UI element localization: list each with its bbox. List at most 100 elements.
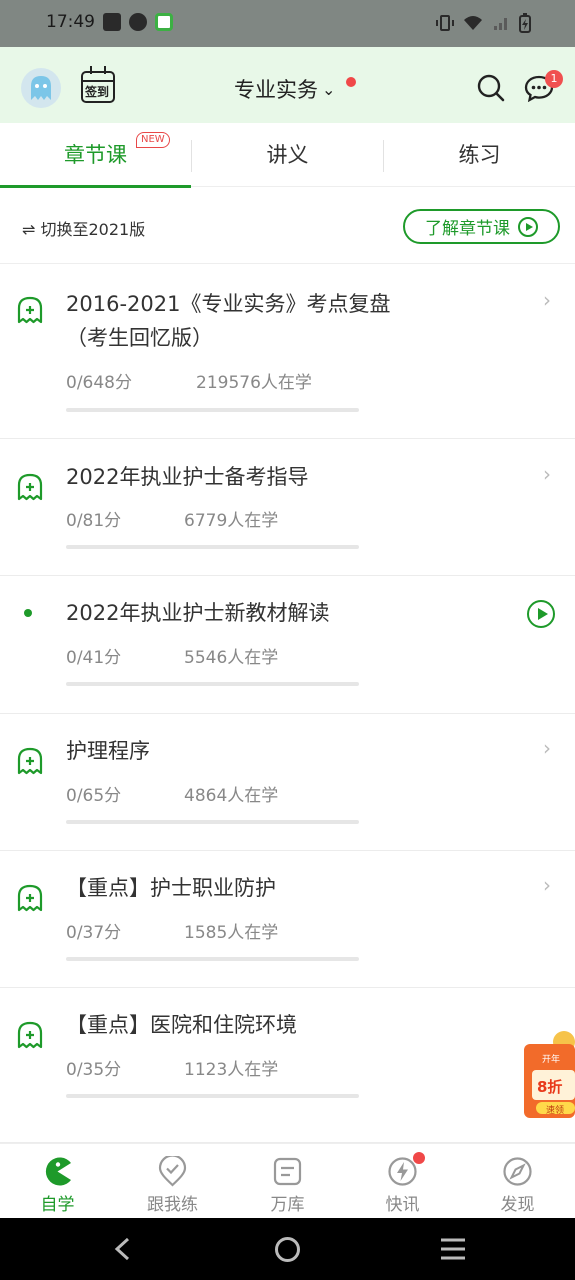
nav-self-study[interactable]: 自学 [0, 1144, 115, 1219]
nav-news[interactable]: 快讯 [345, 1144, 460, 1219]
course-learners: 1123人在学 [184, 1060, 279, 1080]
signin-calendar-button[interactable]: 签到 [81, 66, 115, 103]
course-meta: 0/81分 6779人在学 [66, 506, 278, 531]
play-circle-icon[interactable] [527, 600, 555, 628]
course-progress [66, 682, 359, 686]
course-meta: 0/37分 1585人在学 [66, 918, 278, 943]
course-learners: 4864人在学 [184, 786, 279, 806]
lock-ghost-icon [17, 473, 43, 501]
course-meta: 0/648分 219576人在学 [66, 368, 312, 393]
notification-icons [103, 13, 173, 31]
course-item[interactable]: 护理程序 0/65分 4864人在学 › [0, 714, 575, 851]
subject-dropdown[interactable]: 专业实务 ⌄ [234, 74, 335, 104]
nav-discover[interactable]: 发现 [460, 1144, 575, 1219]
nav-label: 快讯 [385, 1195, 420, 1215]
course-learners: 5546人在学 [184, 648, 279, 668]
pacman-icon [45, 1157, 71, 1186]
new-badge: NEW [136, 132, 170, 148]
app-notification-icon [155, 13, 173, 31]
promo-line-1: 开年 [542, 1055, 561, 1065]
tab-label: 练习 [458, 143, 501, 167]
nav-practice[interactable]: 跟我练 [115, 1144, 230, 1219]
chevron-right-icon: › [543, 736, 551, 760]
section-tabs: 章节课 NEW 讲义 练习 [0, 123, 575, 188]
chevron-right-icon: › [543, 873, 551, 897]
wifi-icon [464, 16, 482, 30]
nav-library[interactable]: 万库 [230, 1144, 345, 1219]
bag-icon [103, 13, 121, 31]
course-title: 【重点】护士职业防护 [66, 876, 276, 900]
system-navigation-bar [0, 1218, 575, 1280]
course-score: 0/648分 [66, 373, 132, 393]
check-circle-icon [129, 13, 147, 31]
back-icon[interactable] [110, 1236, 134, 1262]
system-icons [436, 13, 531, 33]
nav-label: 发现 [500, 1195, 535, 1215]
search-icon[interactable] [477, 74, 505, 102]
library-icon [273, 1157, 302, 1186]
nav-label: 万库 [270, 1195, 305, 1215]
home-icon[interactable] [274, 1236, 301, 1263]
course-item[interactable]: 2022年执业护士新教材解读 0/41分 5546人在学 [0, 576, 575, 714]
course-score: 0/65分 [66, 786, 122, 806]
nav-label: 跟我练 [147, 1195, 198, 1215]
lock-ghost-icon [17, 747, 43, 775]
recents-menu-icon[interactable] [439, 1236, 467, 1262]
course-item[interactable]: 2022年执业护士备考指导 0/81分 6779人在学 › [0, 439, 575, 576]
course-progress [66, 1094, 359, 1098]
signin-label: 签到 [85, 85, 110, 99]
promo-floating-badge[interactable]: 开年 8折 速领 [520, 1030, 575, 1118]
tab-practice[interactable]: 练习 [384, 123, 575, 187]
compass-icon [503, 1157, 532, 1186]
chevron-right-icon: › [543, 288, 551, 312]
learn-chapter-course-button[interactable]: 了解章节课 [403, 209, 560, 244]
current-dot-icon [24, 609, 32, 617]
course-progress [66, 820, 359, 824]
vibrate-icon [436, 15, 454, 31]
course-score: 0/37分 [66, 923, 122, 943]
course-meta: 0/41分 5546人在学 [66, 643, 278, 668]
lock-ghost-icon [17, 1021, 43, 1049]
course-meta: 0/35分 1123人在学 [66, 1055, 278, 1080]
tab-label: 章节课 [64, 143, 127, 167]
chevron-down-icon: ⌄ [322, 79, 336, 99]
promo-line-3: 速领 [546, 1106, 565, 1116]
chevron-right-icon: › [543, 462, 551, 486]
course-title: 2016-2021《专业实务》考点复盘（考生回忆版） [66, 292, 391, 350]
course-learners: 6779人在学 [184, 511, 279, 531]
play-circle-icon [518, 216, 538, 237]
course-progress [66, 545, 359, 549]
course-item[interactable]: 【重点】医院和住院环境 0/35分 1123人在学 [0, 988, 575, 1143]
news-notice-dot [413, 1152, 425, 1164]
bottom-navigation: 自学 跟我练 万库 快讯 发现 [0, 1143, 575, 1218]
avatar[interactable] [21, 68, 61, 108]
course-progress [66, 957, 359, 961]
status-time: 17:49 [46, 12, 95, 32]
version-switch-bar: ⇌ 切换至2021版 了解章节课 [0, 188, 575, 264]
course-item[interactable]: 2016-2021《专业实务》考点复盘（考生回忆版） 0/648分 219576… [0, 264, 575, 439]
subject-notice-dot [346, 77, 356, 87]
nav-label: 自学 [40, 1195, 75, 1215]
course-meta: 0/65分 4864人在学 [66, 781, 278, 806]
ghost-avatar-icon [31, 76, 51, 100]
switch-version-link[interactable]: ⇌ 切换至2021版 [22, 216, 145, 240]
course-title: 2022年执业护士备考指导 [66, 465, 309, 489]
lock-ghost-icon [17, 296, 43, 324]
course-learners: 1585人在学 [184, 923, 279, 943]
battery-icon [519, 13, 531, 33]
tab-handouts[interactable]: 讲义 [192, 123, 383, 187]
app-header: 签到 专业实务 ⌄ 1 [0, 47, 575, 123]
tab-label: 讲义 [266, 143, 309, 167]
course-title: 护理程序 [66, 739, 150, 763]
course-score: 0/41分 [66, 648, 122, 668]
course-score: 0/35分 [66, 1060, 122, 1080]
learn-button-label: 了解章节课 [425, 219, 510, 239]
status-bar: 17:49 [0, 0, 575, 47]
promo-line-2: 8折 [537, 1078, 563, 1096]
course-learners: 219576人在学 [196, 373, 312, 393]
lock-ghost-icon [17, 884, 43, 912]
course-item[interactable]: 【重点】护士职业防护 0/37分 1585人在学 › [0, 851, 575, 988]
signal-icon [494, 18, 507, 30]
message-badge: 1 [545, 70, 563, 88]
subject-label: 专业实务 [234, 78, 318, 102]
